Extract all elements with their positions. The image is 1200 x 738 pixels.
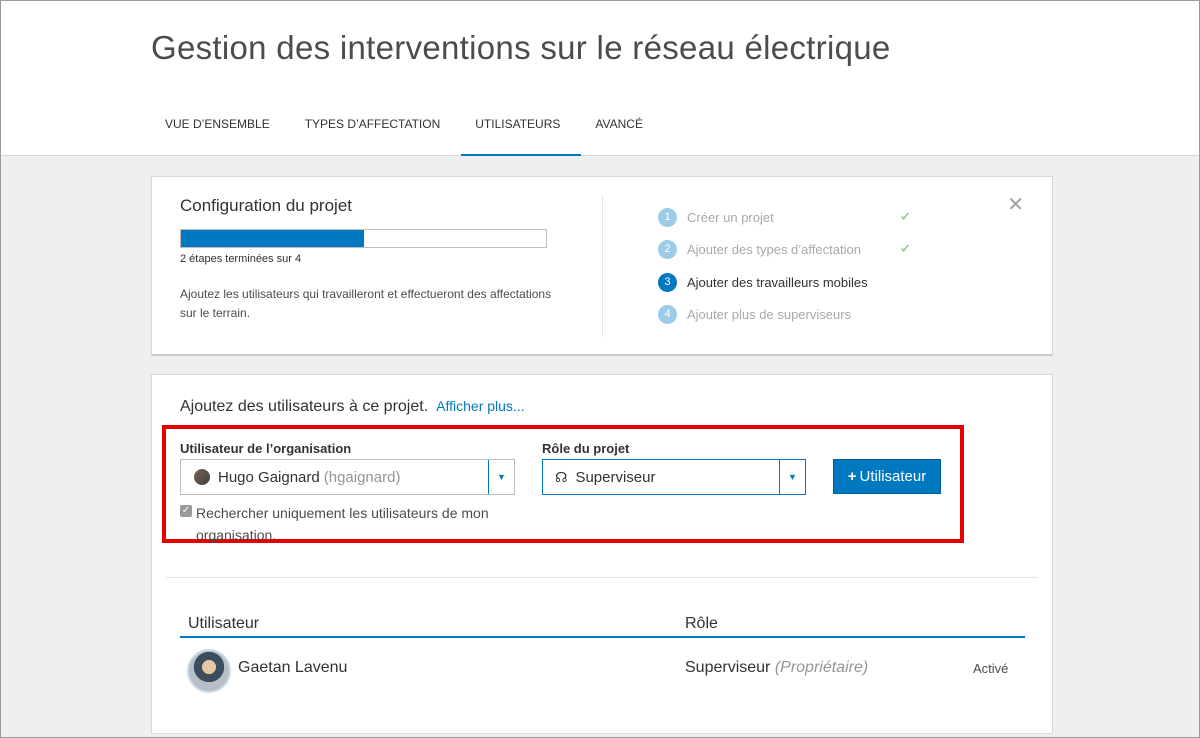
step-label: Ajouter des travailleurs mobiles xyxy=(687,275,868,290)
plus-icon: + xyxy=(847,468,857,485)
step-4: 4 Ajouter plus de superviseurs xyxy=(658,305,851,324)
progress-fill xyxy=(181,230,364,247)
step-label: Créer un projet xyxy=(687,210,774,225)
role-label: Rôle du projet xyxy=(542,441,630,456)
column-header-user: Utilisateur xyxy=(188,615,260,632)
steps-done-text: 2 étapes terminées sur 4 xyxy=(180,253,302,265)
checkbox[interactable]: ✓ xyxy=(180,505,192,517)
tab-advanced[interactable]: AVANCÉ xyxy=(581,101,664,156)
add-users-heading: Ajoutez des utilisateurs à ce projet. xyxy=(180,398,429,415)
step-3: 3 Ajouter des travailleurs mobiles xyxy=(658,273,868,292)
column-header-role: Rôle xyxy=(685,615,718,632)
tab-assignment-types[interactable]: TYPES D’AFFECTATION xyxy=(291,101,462,156)
section-divider xyxy=(166,577,1038,578)
step-1: 1 Créer un projet xyxy=(658,208,774,227)
step-number: 4 xyxy=(658,305,677,324)
page-title: Gestion des interventions sur le réseau … xyxy=(151,29,891,66)
user-name: Gaetan Lavenu xyxy=(238,659,348,676)
status-badge: Activé xyxy=(973,661,1009,676)
vertical-divider xyxy=(602,195,603,337)
add-users-title: Ajoutez des utilisateurs à ce projet. Aff… xyxy=(180,398,525,416)
role-value: Superviseur xyxy=(575,468,656,486)
org-user-name: Hugo Gaignard xyxy=(218,468,320,486)
step-label: Ajouter plus de superviseurs xyxy=(687,307,852,322)
step-number: 3 xyxy=(658,273,677,292)
table-header-underline xyxy=(180,636,1025,638)
tab-overview[interactable]: VUE D’ENSEMBLE xyxy=(151,101,291,156)
project-config-card: Configuration du projet 2 étapes terminé… xyxy=(151,176,1053,356)
chevron-down-icon[interactable]: ▼ xyxy=(488,460,514,494)
org-only-checkbox-row[interactable]: ✓ Rechercher uniquement les utilisateurs… xyxy=(180,502,490,546)
avatar xyxy=(194,469,210,485)
add-user-button-label: Utilisateur xyxy=(859,468,927,485)
check-icon: ✔ xyxy=(900,241,911,256)
config-description: Ajoutez les utilisateurs qui travaillero… xyxy=(180,287,552,320)
role-note: (Propriétaire) xyxy=(774,659,869,676)
org-user-select[interactable]: Hugo Gaignard (hgaignard) ▼ xyxy=(180,459,515,495)
check-icon: ✔ xyxy=(900,209,911,224)
tab-bar: VUE D’ENSEMBLE TYPES D’AFFECTATION UTILI… xyxy=(151,101,664,156)
user-role: Superviseur (Propriétaire) xyxy=(685,659,868,677)
step-number: 2 xyxy=(658,240,677,259)
role-text: Superviseur xyxy=(685,659,771,676)
close-icon[interactable]: ✕ xyxy=(1007,195,1024,215)
avatar xyxy=(187,649,231,693)
step-label: Ajouter des types d’affectation xyxy=(687,242,861,257)
org-user-handle: (hgaignard) xyxy=(323,468,401,486)
tab-users[interactable]: UTILISATEURS xyxy=(461,101,582,156)
org-user-label: Utilisateur de l’organisation xyxy=(180,441,352,456)
step-2: 2 Ajouter des types d’affectation xyxy=(658,240,861,259)
add-user-button[interactable]: + Utilisateur xyxy=(833,459,941,494)
chevron-down-icon[interactable]: ▼ xyxy=(779,460,805,494)
header: Gestion des interventions sur le réseau … xyxy=(1,1,1199,156)
add-users-card: Ajoutez des utilisateurs à ce projet. Aff… xyxy=(151,374,1053,734)
checkbox-label: Rechercher uniquement les utilisateurs d… xyxy=(196,505,489,543)
show-more-link[interactable]: Afficher plus... xyxy=(436,398,524,414)
progress-bar xyxy=(180,229,547,248)
headset-icon: ☊ xyxy=(555,468,568,485)
role-select[interactable]: ☊ Superviseur ▼ xyxy=(542,459,806,495)
step-number: 1 xyxy=(658,208,677,227)
config-title: Configuration du projet xyxy=(180,196,353,215)
